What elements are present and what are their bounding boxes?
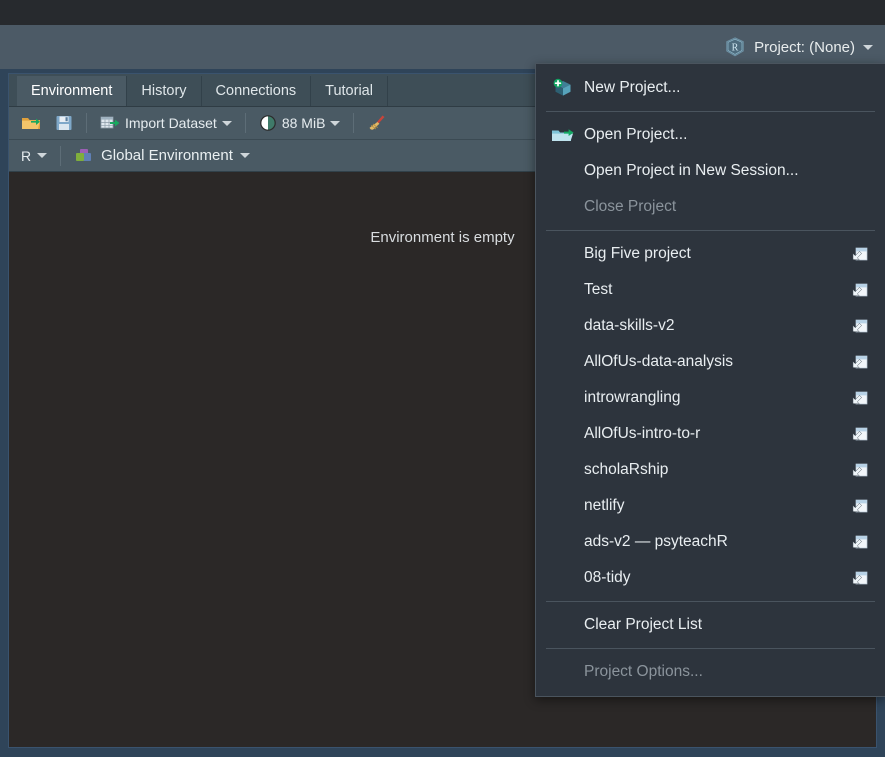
recent-project-label: 08-tidy <box>584 569 631 586</box>
menu-item-close-project: Close Project <box>536 189 885 225</box>
menu-item-new-project-label: New Project... <box>584 79 681 96</box>
chevron-down-icon <box>239 153 250 158</box>
open-in-new-window-icon[interactable] <box>849 280 871 300</box>
rstudio-r-logo-icon: R <box>726 37 744 57</box>
environment-selector[interactable]: Global Environment <box>70 145 254 167</box>
language-selector[interactable]: R <box>17 146 51 166</box>
menu-item-new-project[interactable]: New Project... <box>536 70 885 106</box>
title-strip <box>0 0 885 25</box>
recent-project-label: scholaRship <box>584 461 669 478</box>
environment-label: Global Environment <box>101 147 233 164</box>
chevron-down-icon <box>221 120 232 126</box>
recent-project-item[interactable]: 08-tidy <box>536 560 885 596</box>
recent-project-label: Test <box>584 281 613 298</box>
menu-item-open-project-label: Open Project... <box>584 126 688 143</box>
menu-item-open-project[interactable]: Open Project... <box>536 117 885 153</box>
open-in-new-window-icon[interactable] <box>849 568 871 588</box>
tab-history[interactable]: History <box>127 76 202 106</box>
recent-project-label: AllOfUs-data-analysis <box>584 353 734 370</box>
menu-item-clear-project-list[interactable]: Clear Project List <box>536 607 885 643</box>
memory-pie-icon <box>260 115 276 131</box>
tab-environment-label: Environment <box>31 83 113 99</box>
open-project-folder-icon <box>550 123 576 147</box>
open-in-new-window-icon[interactable] <box>849 496 871 516</box>
tab-connections[interactable]: Connections <box>201 76 312 106</box>
new-project-cube-icon <box>550 76 576 100</box>
project-chooser-label: Project: (None) <box>754 38 855 56</box>
rstudio-window: R Project: (None) Environment History Co… <box>0 0 885 757</box>
open-in-new-window-icon[interactable] <box>849 532 871 552</box>
tab-tutorial[interactable]: Tutorial <box>311 76 388 106</box>
clear-objects-button[interactable] <box>363 112 391 134</box>
recent-project-item[interactable]: AllOfUs-data-analysis <box>536 344 885 380</box>
svg-text:R: R <box>732 43 739 54</box>
import-dataset-grid-icon <box>100 116 120 129</box>
open-folder-icon <box>22 118 40 129</box>
recent-project-label: netlify <box>584 497 625 514</box>
menu-separator <box>546 601 875 602</box>
save-workspace-button[interactable] <box>51 112 77 134</box>
menu-item-open-project-new-session[interactable]: Open Project in New Session... <box>536 153 885 189</box>
recent-project-label: data-skills-v2 <box>584 317 675 334</box>
global-environment-icon <box>76 148 92 161</box>
menu-item-close-project-label: Close Project <box>584 198 677 215</box>
chevron-down-icon <box>863 44 873 50</box>
recent-project-item[interactable]: Test <box>536 272 885 308</box>
menu-item-clear-project-list-label: Clear Project List <box>584 616 703 633</box>
recent-project-item[interactable]: netlify <box>536 488 885 524</box>
open-in-new-window-icon[interactable] <box>849 460 871 480</box>
project-dropdown-menu: New Project... Open Project... Open Proj… <box>535 63 885 697</box>
recent-project-item[interactable]: scholaRship <box>536 452 885 488</box>
recent-project-item[interactable]: introwrangling <box>536 380 885 416</box>
open-in-new-window-icon[interactable] <box>849 424 871 444</box>
recent-project-item[interactable]: AllOfUs-intro-to-r <box>536 416 885 452</box>
open-in-new-window-icon[interactable] <box>849 316 871 336</box>
toolbar-separator <box>86 113 87 133</box>
recent-project-item[interactable]: data-skills-v2 <box>536 308 885 344</box>
load-workspace-button[interactable] <box>17 112 45 134</box>
language-label: R <box>21 147 32 164</box>
open-in-new-window-icon[interactable] <box>849 352 871 372</box>
recent-project-item[interactable]: ads-v2 — psyteachR <box>536 524 885 560</box>
memory-usage-button[interactable]: 88 MiB <box>255 112 345 134</box>
tab-environment[interactable]: Environment <box>17 76 128 106</box>
menu-separator <box>546 230 875 231</box>
open-in-new-window-icon[interactable] <box>849 244 871 264</box>
menu-item-project-options-label: Project Options... <box>584 663 703 680</box>
tab-tutorial-label: Tutorial <box>325 83 373 99</box>
memory-usage-label: 88 MiB <box>281 115 326 131</box>
recent-project-label: AllOfUs-intro-to-r <box>584 425 701 442</box>
menu-item-open-project-new-session-label: Open Project in New Session... <box>584 162 799 179</box>
toolbar-separator <box>244 113 246 133</box>
chevron-down-icon <box>330 120 341 126</box>
recent-project-item[interactable]: Big Five project <box>536 236 885 272</box>
chevron-down-icon <box>37 153 48 158</box>
toolbar-separator <box>353 113 355 133</box>
menu-item-project-options: Project Options... <box>536 654 885 690</box>
import-dataset-label: Import Dataset <box>125 115 217 131</box>
menu-separator <box>546 648 875 649</box>
recent-project-label: ads-v2 — psyteachR <box>584 533 728 550</box>
tab-history-label: History <box>141 83 187 99</box>
recent-project-label: introwrangling <box>584 389 681 406</box>
open-in-new-window-icon[interactable] <box>849 388 871 408</box>
import-dataset-button[interactable]: Import Dataset <box>96 112 236 134</box>
broom-icon <box>370 115 385 130</box>
scope-separator <box>60 145 62 166</box>
menu-separator <box>546 111 875 112</box>
save-disk-icon <box>56 116 72 130</box>
recent-project-label: Big Five project <box>584 245 691 262</box>
tab-connections-label: Connections <box>215 83 297 99</box>
